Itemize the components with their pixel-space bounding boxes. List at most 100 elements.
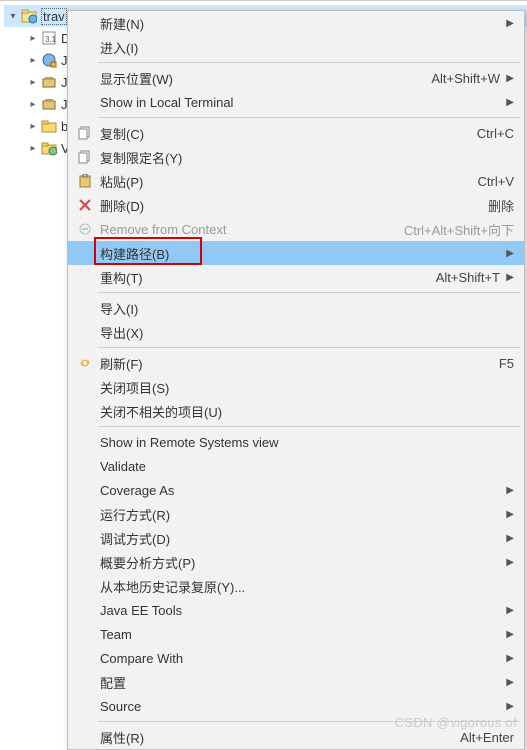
menu-restore-local-history[interactable]: 从本地历史记录复原(Y)... [68,574,524,598]
submenu-arrow-icon: ▶ [500,557,514,568]
menu-separator [98,117,520,118]
expand-toggle[interactable]: ▾ [6,9,20,23]
submenu-arrow-icon: ▶ [500,629,514,640]
blank-icon [74,646,96,670]
blank-icon [74,670,96,694]
menu-go-into[interactable]: 进入(I) [68,35,524,59]
menu-profile-as[interactable]: 概要分析方式(P) ▶ [68,550,524,574]
menu-copy-qualified[interactable]: 复制限定名(Y) [68,145,524,169]
delete-icon [74,193,96,217]
submenu-arrow-icon: ▶ [500,653,514,664]
jax-icon [40,51,58,69]
menu-delete[interactable]: 删除(D) 删除 [68,193,524,217]
blank-icon [74,90,96,114]
expand-toggle[interactable]: ▸ [26,141,40,155]
submenu-arrow-icon: ▶ [500,97,514,108]
menu-refresh[interactable]: 刷新(F) F5 [68,351,524,375]
menu-label: 构建路径(B) [96,244,500,263]
blank-icon [74,35,96,59]
menu-remove-from-context: Remove from Context Ctrl+Alt+Shift+向下 [68,217,524,241]
copy-icon [74,121,96,145]
expand-toggle[interactable]: ▸ [26,31,40,45]
menu-validate[interactable]: Validate [68,454,524,478]
menu-label: 删除(D) [96,196,478,215]
folder-v-icon [40,139,58,157]
menu-separator [98,426,520,427]
menu-copy[interactable]: 复制(C) Ctrl+C [68,121,524,145]
submenu-arrow-icon: ▶ [500,248,514,259]
menu-build-path[interactable]: 构建路径(B) ▶ [68,241,524,265]
menu-show-local-terminal[interactable]: Show in Local Terminal ▶ [68,90,524,114]
menu-separator [98,292,520,293]
menu-new[interactable]: 新建(N) ▶ [68,11,524,35]
menu-team[interactable]: Team ▶ [68,622,524,646]
tree-root-label: trav [41,8,67,25]
menu-export[interactable]: 导出(X) [68,320,524,344]
menu-import[interactable]: 导入(I) [68,296,524,320]
blank-icon [74,526,96,550]
menu-refactor[interactable]: 重构(T) Alt+Shift+T ▶ [68,265,524,289]
menu-label: 调试方式(D) [96,529,500,548]
blank-icon [74,320,96,344]
menu-label: 重构(T) [96,268,426,287]
project-icon [20,7,38,25]
blank-icon [74,574,96,598]
submenu-arrow-icon: ▶ [500,677,514,688]
menu-label: 复制(C) [96,124,467,143]
remove-context-icon [74,217,96,241]
blank-icon [74,622,96,646]
blank-icon [74,241,96,265]
menu-shortcut: Ctrl+Alt+Shift+向下 [394,220,514,239]
menu-run-as[interactable]: 运行方式(R) ▶ [68,502,524,526]
blank-icon [74,375,96,399]
dd-icon: 3.1 [40,29,58,47]
menu-shortcut: Alt+Shift+W [421,71,500,86]
menu-label: Java EE Tools [96,603,500,618]
blank-icon [74,598,96,622]
submenu-arrow-icon: ▶ [500,73,514,84]
submenu-arrow-icon: ▶ [500,485,514,496]
blank-icon [74,265,96,289]
expand-toggle[interactable]: ▸ [26,119,40,133]
expand-toggle[interactable]: ▸ [26,97,40,111]
blank-icon [74,478,96,502]
menu-shortcut: F5 [489,356,514,371]
blank-icon [74,694,96,718]
paste-icon [74,169,96,193]
menu-label: 关闭项目(S) [96,378,514,397]
menu-configure[interactable]: 配置 ▶ [68,670,524,694]
svg-text:3.1: 3.1 [45,35,57,44]
menu-show-remote[interactable]: Show in Remote Systems view [68,430,524,454]
blank-icon [74,66,96,90]
menu-shortcut: Alt+Enter [450,730,514,745]
menu-label: 复制限定名(Y) [96,148,514,167]
menu-label: 概要分析方式(P) [96,553,500,572]
menu-source[interactable]: Source ▶ [68,694,524,718]
menu-java-ee-tools[interactable]: Java EE Tools ▶ [68,598,524,622]
refresh-icon [74,351,96,375]
menu-label: 配置 [96,673,500,692]
menu-close-unrelated[interactable]: 关闭不相关的项目(U) [68,399,524,423]
context-menu: 新建(N) ▶ 进入(I) 显示位置(W) Alt+Shift+W ▶ Show… [67,10,525,750]
menu-separator [98,347,520,348]
folder-b-icon [40,117,58,135]
menu-properties[interactable]: 属性(R) Alt+Enter [68,725,524,749]
menu-label: Team [96,627,500,642]
menu-compare-with[interactable]: Compare With ▶ [68,646,524,670]
submenu-arrow-icon: ▶ [500,272,514,283]
menu-shortcut: Ctrl+V [468,174,514,189]
jar-lib2-icon [40,95,58,113]
menu-debug-as[interactable]: 调试方式(D) ▶ [68,526,524,550]
menu-show-in[interactable]: 显示位置(W) Alt+Shift+W ▶ [68,66,524,90]
menu-close-project[interactable]: 关闭项目(S) [68,375,524,399]
menu-coverage-as[interactable]: Coverage As ▶ [68,478,524,502]
menu-paste[interactable]: 粘贴(P) Ctrl+V [68,169,524,193]
menu-label: 粘贴(P) [96,172,468,191]
submenu-arrow-icon: ▶ [500,509,514,520]
expand-toggle[interactable]: ▸ [26,53,40,67]
menu-label: 运行方式(R) [96,505,500,524]
blank-icon [74,11,96,35]
blank-icon [74,550,96,574]
menu-label: Coverage As [96,483,500,498]
expand-toggle[interactable]: ▸ [26,75,40,89]
